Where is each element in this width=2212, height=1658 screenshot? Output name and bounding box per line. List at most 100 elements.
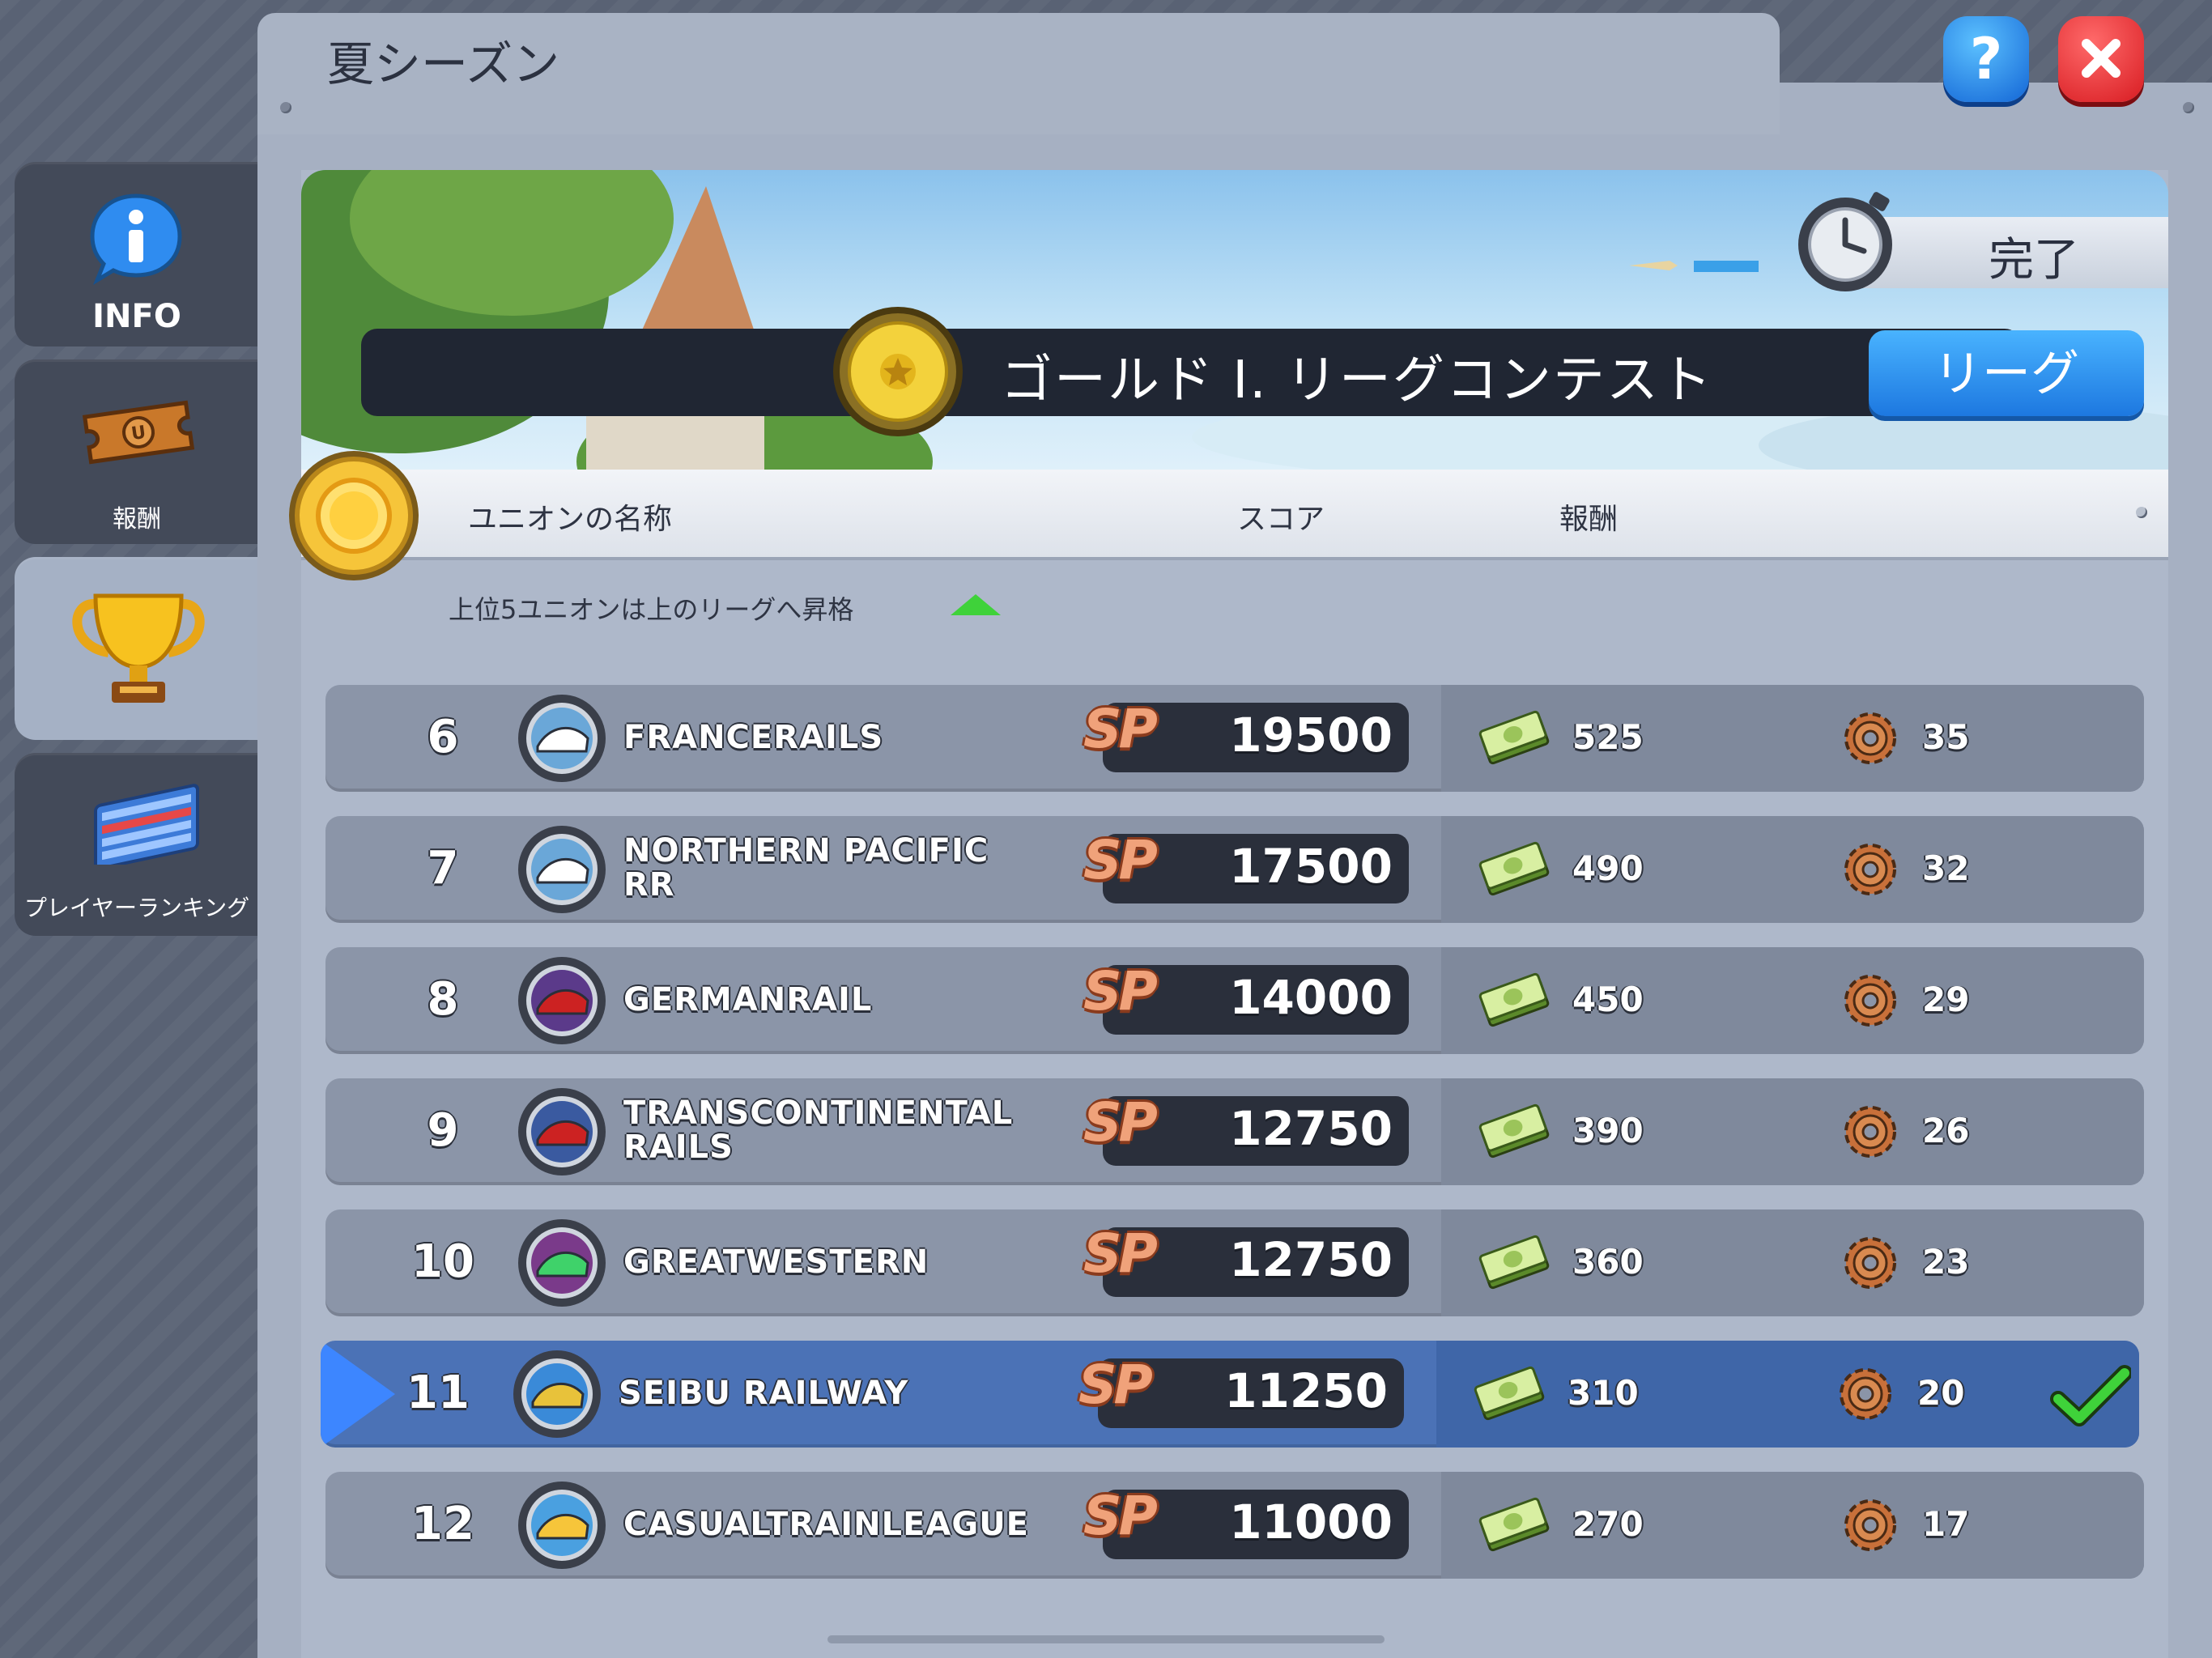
page-title: 夏シーズン (327, 36, 560, 91)
header-reward: 報酬 (1559, 503, 1619, 536)
table-row[interactable]: 8 GERMANRAIL SP 14000 450 29 (325, 947, 2144, 1054)
cash-reward: 450 (1572, 980, 1644, 1019)
sp-badge: SP (1083, 698, 1158, 760)
gear-reward: 26 (1922, 1111, 1970, 1150)
league-button[interactable]: リーグ (1869, 330, 2144, 416)
union-logo-icon (513, 1350, 601, 1438)
question-icon: ? (1969, 26, 2003, 92)
rivet (2183, 102, 2194, 113)
cash-reward: 360 (1572, 1242, 1644, 1282)
sidebar: INFO U 報酬 プレイヤーランキング (0, 0, 259, 1658)
sidebar-item-label: 報酬 (113, 505, 161, 534)
union-name: GERMANRAIL (623, 981, 873, 1018)
union-name: FRANCERAILS (623, 719, 884, 756)
union-name: NORTHERN PACIFIC RR (623, 832, 989, 903)
cash-icon (1478, 1103, 1550, 1158)
union-logo-icon (518, 957, 606, 1044)
current-union-marker (321, 1341, 395, 1448)
cash-icon (1478, 1497, 1550, 1552)
union-logo-icon (518, 1482, 606, 1569)
cash-icon (1478, 1235, 1550, 1290)
table-row[interactable]: 11 SEIBU RAILWAY SP 11250 310 20 (321, 1341, 2139, 1448)
cash-reward: 310 (1568, 1373, 1639, 1413)
sp-badge: SP (1083, 1222, 1158, 1285)
rivet (280, 102, 291, 113)
check-icon (2050, 1365, 2131, 1426)
gear-reward: 20 (1917, 1373, 1965, 1413)
union-name: CASUALTRAINLEAGUE (623, 1506, 1030, 1543)
header-union: ユニオンの名称 (468, 503, 673, 536)
union-name: TRANSCONTINENTAL RAILS (623, 1095, 1014, 1166)
cash-reward: 270 (1572, 1504, 1644, 1544)
contest-status: 完了 (1989, 234, 2079, 287)
sidebar-item-info[interactable]: INFO (15, 162, 259, 346)
gear-reward: 17 (1922, 1504, 1970, 1544)
gear-icon (1840, 1368, 1891, 1420)
gold-league-medal-icon (833, 307, 963, 436)
gear-reward: 32 (1922, 848, 1970, 888)
help-button[interactable]: ? (1943, 16, 2029, 102)
gear-icon (1844, 1499, 1896, 1551)
sp-badge: SP (1083, 960, 1158, 1022)
score-value: 11000 (1229, 1494, 1393, 1550)
promotion-arrow-icon (951, 594, 1001, 615)
trophy-icon (72, 593, 205, 703)
sidebar-item-player-ranking[interactable]: プレイヤーランキング (15, 753, 259, 936)
gear-reward: 23 (1922, 1242, 1970, 1282)
table-row[interactable]: 7 NORTHERN PACIFIC RR SP 17500 490 32 (325, 816, 2144, 923)
score-value: 12750 (1229, 1232, 1393, 1287)
union-logo-icon (518, 1088, 606, 1175)
score-value: 19500 (1229, 708, 1393, 763)
gear-icon (1844, 712, 1896, 764)
promotion-note: 上位5ユニオンは上のリーグへ昇格 (449, 594, 854, 625)
contest-name: ゴールド Ⅰ. リーグコンテスト (1001, 351, 1713, 410)
gear-icon (1844, 1106, 1896, 1158)
sidebar-item-trophy[interactable] (15, 557, 259, 740)
sidebar-item-rewards[interactable]: U 報酬 (15, 359, 259, 544)
union-name: GREATWESTERN (623, 1244, 929, 1281)
union-name: SEIBU RAILWAY (619, 1375, 909, 1412)
summer-season-sun-icon (289, 451, 419, 580)
table-row[interactable]: 9 TRANSCONTINENTAL RAILS SP 12750 390 26 (325, 1078, 2144, 1185)
table-header: ユニオンの名称 スコア 報酬 (301, 470, 2168, 557)
table-row[interactable]: 12 CASUALTRAINLEAGUE SP 11000 270 17 (325, 1472, 2144, 1579)
ticket-icon: U (82, 400, 195, 465)
score-value: 11250 (1224, 1363, 1388, 1418)
sidebar-item-label: プレイヤーランキング (23, 895, 250, 921)
table-row[interactable]: 6 FRANCERAILS SP 19500 525 35 (325, 685, 2144, 792)
gear-reward: 35 (1922, 717, 1970, 757)
cash-reward: 390 (1572, 1111, 1644, 1150)
info-icon (90, 193, 182, 285)
ranking-board-icon (94, 784, 199, 865)
cash-reward: 490 (1572, 848, 1644, 888)
svg-text:U: U (130, 423, 147, 444)
sp-badge: SP (1083, 829, 1158, 891)
gear-reward: 29 (1922, 980, 1970, 1019)
cash-icon (1478, 841, 1550, 896)
cash-icon (1474, 1366, 1545, 1421)
union-logo-icon (518, 695, 606, 782)
score-value: 12750 (1229, 1101, 1393, 1156)
union-logo-icon (518, 826, 606, 913)
airplane-icon (1629, 261, 1759, 272)
gear-icon (1844, 1237, 1896, 1289)
cash-reward: 525 (1572, 717, 1644, 757)
gear-icon (1844, 975, 1896, 1027)
score-value: 14000 (1229, 970, 1393, 1025)
close-icon (2082, 38, 2121, 78)
header-score: スコア (1237, 503, 1325, 536)
table-row[interactable]: 10 GREATWESTERN SP 12750 360 23 (325, 1209, 2144, 1316)
sidebar-item-label: INFO (92, 298, 181, 335)
title-tab: 夏シーズン (257, 13, 1780, 134)
stopwatch-icon (1798, 192, 1892, 291)
gear-icon (1844, 844, 1896, 895)
union-logo-icon (518, 1219, 606, 1307)
sp-badge: SP (1083, 1485, 1158, 1547)
sp-badge: SP (1078, 1354, 1153, 1416)
cash-icon (1478, 710, 1550, 765)
scrollbar[interactable] (827, 1635, 1385, 1643)
score-value: 17500 (1229, 839, 1393, 894)
sp-badge: SP (1083, 1091, 1158, 1154)
close-button[interactable] (2058, 16, 2144, 102)
cash-icon (1478, 972, 1550, 1027)
